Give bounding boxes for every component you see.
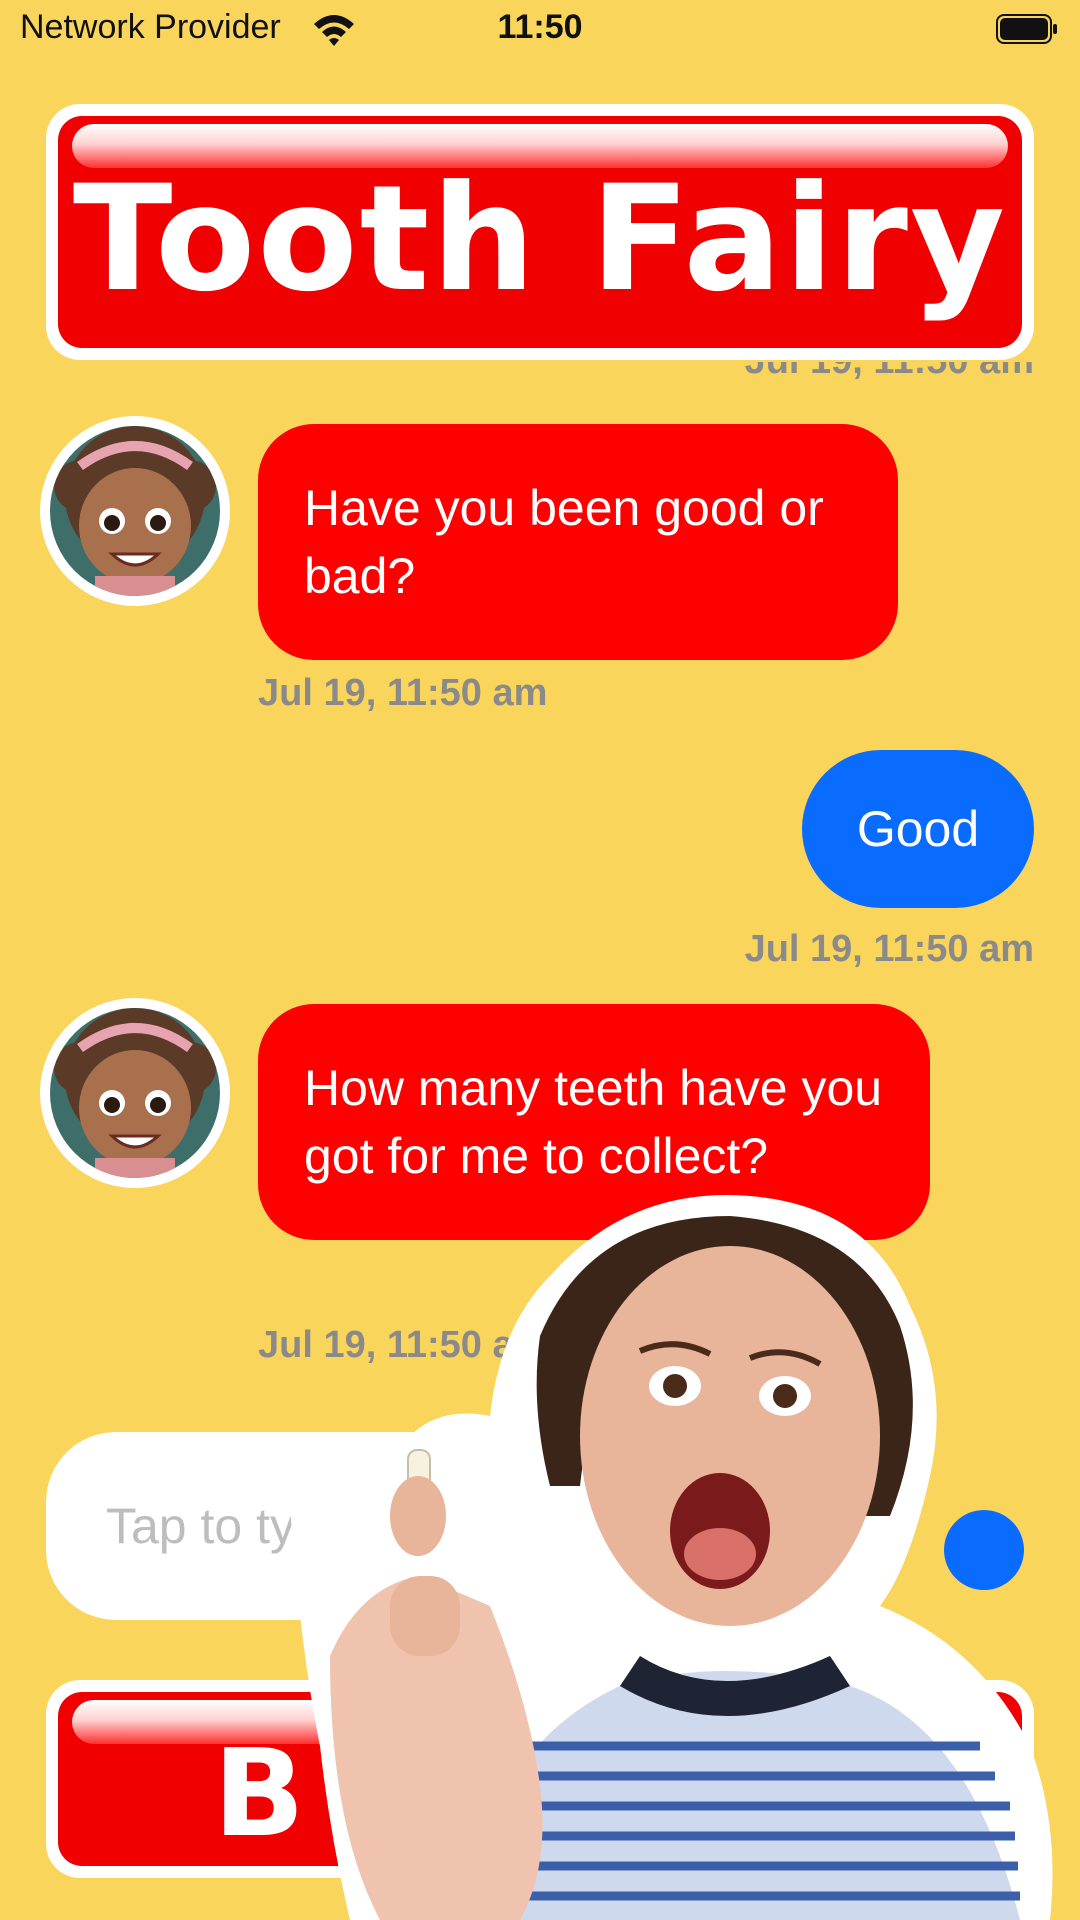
fairy-avatar-image bbox=[50, 1008, 220, 1178]
title-banner: Tooth Fairy bbox=[46, 104, 1034, 360]
kid-holding-tooth-image bbox=[290, 1195, 1053, 1920]
message-timestamp: Jul 19, 11:50 am bbox=[258, 672, 548, 714]
message-timestamp: Jul 19, 11:50 am bbox=[744, 928, 1034, 970]
incoming-message-bubble: Have you been good or bad? bbox=[258, 424, 898, 660]
fairy-avatar-image bbox=[50, 426, 220, 596]
message-text: Have you been good or bad? bbox=[304, 480, 824, 604]
battery-icon bbox=[996, 14, 1057, 44]
clipped-timestamp: Jul 19, 11:50 am bbox=[745, 362, 1034, 388]
outgoing-message-bubble: Good bbox=[802, 750, 1034, 908]
message-text: Good bbox=[856, 801, 980, 857]
status-bar: Network Provider 11:50 bbox=[0, 0, 1080, 60]
fairy-avatar bbox=[40, 416, 230, 606]
message-text: How many teeth have you got for me to co… bbox=[304, 1060, 883, 1184]
status-time: 11:50 bbox=[497, 8, 583, 46]
app-title: Tooth Fairy bbox=[72, 154, 1008, 324]
title-banner-inner: Tooth Fairy bbox=[58, 116, 1022, 348]
fairy-avatar bbox=[40, 998, 230, 1188]
